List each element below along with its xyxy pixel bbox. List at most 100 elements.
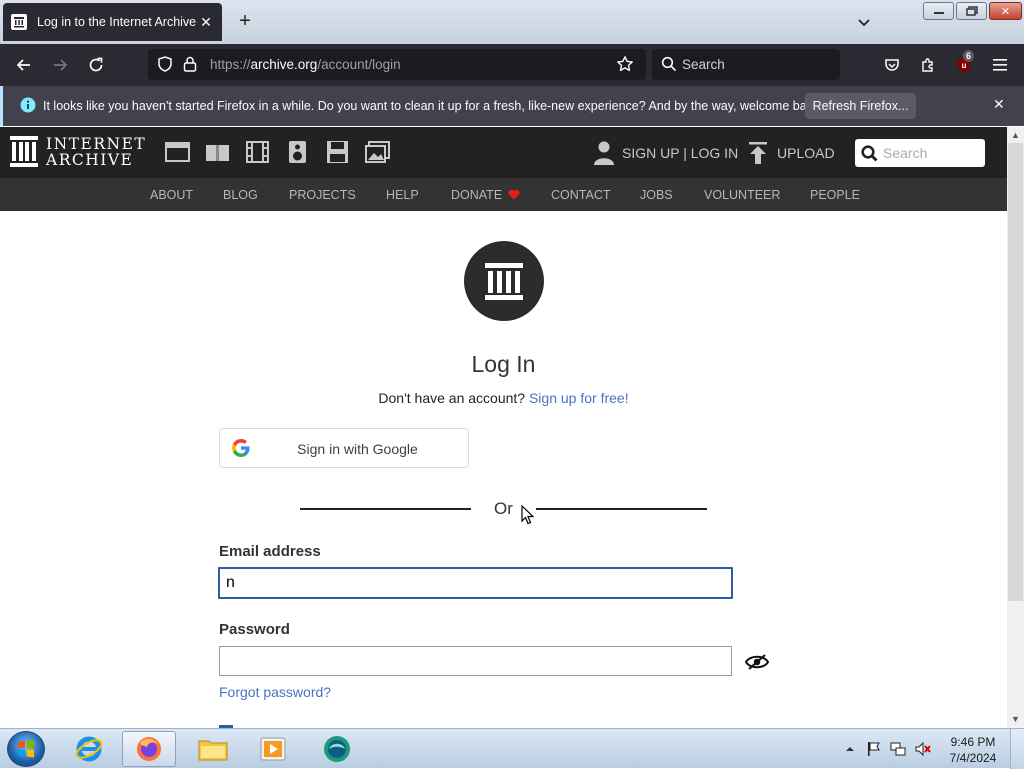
signup-link[interactable]: Sign up for free! <box>529 390 629 406</box>
nav-about[interactable]: ABOUT <box>150 188 193 202</box>
upload-link[interactable]: UPLOAD <box>748 142 835 164</box>
restore-button[interactable] <box>956 2 987 20</box>
bookmark-star-icon[interactable] <box>616 55 634 78</box>
green-app-icon <box>324 736 350 762</box>
divider-line-left <box>300 508 471 510</box>
google-button-label: Sign in with Google <box>297 441 418 457</box>
nav-volunteer[interactable]: VOLUNTEER <box>704 188 780 202</box>
refresh-firefox-button[interactable]: Refresh Firefox... <box>805 93 916 119</box>
firefox-icon <box>137 737 161 761</box>
audio-speaker-icon[interactable] <box>285 141 310 163</box>
nav-jobs[interactable]: JOBS <box>640 188 673 202</box>
taskbar-firefox-button[interactable] <box>122 731 176 767</box>
new-tab-button[interactable]: + <box>234 11 256 33</box>
system-clock[interactable]: 9:46 PM 7/4/2024 <box>945 734 1001 766</box>
nav-projects[interactable]: PROJECTS <box>289 188 356 202</box>
page-title: Log In <box>471 351 536 377</box>
svg-text:u: u <box>962 61 967 70</box>
tray-expand-arrow-icon[interactable] <box>845 741 861 757</box>
back-arrow-icon[interactable] <box>13 54 35 76</box>
action-center-flag-icon[interactable] <box>866 741 882 757</box>
scroll-up-arrow-icon[interactable]: ▲ <box>1010 130 1021 141</box>
email-field[interactable] <box>218 567 733 599</box>
navigation-toolbar: https://archive.org/account/login Search… <box>0 44 1024 86</box>
media-player-icon <box>260 737 286 761</box>
tab-strip: Log in to the Internet Archive ✕ + ✕ <box>0 0 1024 44</box>
nav-donate[interactable]: DONATE <box>451 188 520 202</box>
forgot-password-link[interactable]: Forgot password? <box>219 684 331 700</box>
software-floppy-icon[interactable] <box>325 141 350 163</box>
tracking-shield-icon[interactable] <box>156 55 174 78</box>
email-label: Email address <box>219 543 321 560</box>
url-host: archive.org <box>250 57 318 72</box>
ia-wordmark: INTERNET ARCHIVE <box>46 136 146 168</box>
active-tab[interactable]: Log in to the Internet Archive ✕ <box>3 3 222 41</box>
taskbar-app-button[interactable] <box>310 731 364 767</box>
password-label: Password <box>219 621 290 638</box>
url-text: https://archive.org/account/login <box>210 57 401 72</box>
auth-link-text: SIGN UP | LOG IN <box>622 145 739 161</box>
ia-temple-badge-icon <box>485 263 523 300</box>
internet-explorer-icon <box>75 736 103 762</box>
show-password-eye-icon[interactable] <box>745 654 769 670</box>
vertical-scrollbar[interactable]: ▲ ▼ <box>1007 127 1024 728</box>
taskbar-ie-button[interactable] <box>62 731 116 767</box>
user-silhouette-icon <box>594 141 614 165</box>
signup-prompt: Don't have an account? Sign up for free! <box>0 390 1007 406</box>
ia-top-navbar: INTERNET ARCHIVE SIGN UP | LOG IN UPLOAD… <box>0 127 1007 178</box>
extensions-puzzle-icon[interactable] <box>917 54 939 76</box>
pocket-icon[interactable] <box>881 54 903 76</box>
images-gallery-icon[interactable] <box>365 141 390 163</box>
scrollbar-thumb[interactable] <box>1008 143 1023 601</box>
hamburger-menu-icon[interactable] <box>989 54 1011 76</box>
reload-icon[interactable] <box>85 54 107 76</box>
ia-search-placeholder: Search <box>883 145 928 161</box>
ia-secondary-nav: ABOUT BLOG PROJECTS HELP DONATE CONTACT … <box>0 178 1007 211</box>
mouse-pointer-icon <box>521 505 535 525</box>
web-archive-icon[interactable] <box>165 141 190 163</box>
nav-people[interactable]: PEOPLE <box>810 188 860 202</box>
nav-contact[interactable]: CONTACT <box>551 188 611 202</box>
heart-icon <box>508 189 520 200</box>
notification-close-icon[interactable]: ✕ <box>993 96 1005 113</box>
show-desktop-button[interactable] <box>1010 729 1024 769</box>
archive-favicon-icon <box>11 14 27 30</box>
ia-logo[interactable]: INTERNET ARCHIVE <box>10 136 146 168</box>
ia-temple-icon <box>10 136 38 167</box>
nav-blog[interactable]: BLOG <box>223 188 258 202</box>
info-icon <box>20 97 36 118</box>
taskbar-media-player-button[interactable] <box>246 731 300 767</box>
browser-search-placeholder: Search <box>682 57 725 72</box>
ia-wordmark-line2: ARCHIVE <box>46 151 134 169</box>
start-button[interactable] <box>7 731 45 767</box>
nav-help[interactable]: HELP <box>386 188 419 202</box>
minimize-button[interactable] <box>923 2 954 20</box>
ia-search-input[interactable]: Search <box>855 139 985 167</box>
tab-close-icon[interactable]: ✕ <box>198 14 214 31</box>
or-text: Or <box>494 499 513 518</box>
window-controls: ✕ <box>923 2 1022 20</box>
clock-time: 9:46 PM <box>950 735 996 749</box>
window-close-button[interactable]: ✕ <box>989 2 1022 20</box>
sign-in-with-google-button[interactable]: Sign in with Google <box>219 428 469 468</box>
scroll-down-arrow-icon[interactable]: ▼ <box>1010 714 1021 725</box>
video-film-icon[interactable] <box>245 141 270 163</box>
forward-arrow-icon[interactable] <box>49 54 71 76</box>
taskbar-explorer-button[interactable] <box>186 731 240 767</box>
search-icon <box>661 56 677 77</box>
texts-book-icon[interactable] <box>205 141 230 163</box>
folder-icon <box>198 740 228 761</box>
ia-search-icon <box>861 145 878 162</box>
page-viewport: INTERNET ARCHIVE SIGN UP | LOG IN UPLOAD… <box>0 127 1007 728</box>
tab-title: Log in to the Internet Archive <box>37 15 197 29</box>
browser-search-bar[interactable]: Search <box>652 49 840 80</box>
url-bar[interactable]: https://archive.org/account/login <box>148 49 646 80</box>
lock-icon[interactable] <box>182 55 198 78</box>
list-all-tabs-chevron-icon[interactable] <box>853 11 875 33</box>
volume-muted-icon[interactable] <box>915 741 931 757</box>
password-field[interactable] <box>219 646 732 676</box>
notification-message: It looks like you haven't started Firefo… <box>43 99 823 113</box>
network-icon[interactable] <box>890 741 906 757</box>
nav-donate-label: DONATE <box>451 188 503 202</box>
sign-up-log-in-link[interactable]: SIGN UP | LOG IN <box>594 141 738 165</box>
